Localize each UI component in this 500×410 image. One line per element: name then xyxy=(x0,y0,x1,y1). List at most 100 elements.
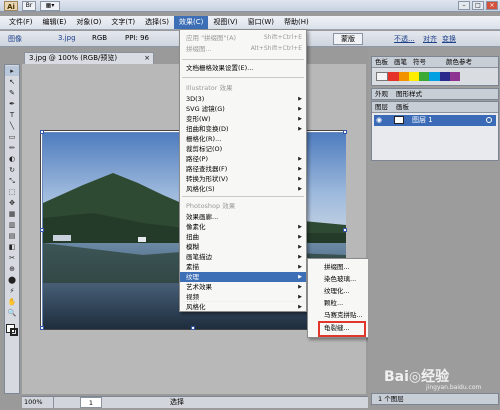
arrange-documents-button[interactable]: ▦▾ xyxy=(40,1,60,11)
swatch-white[interactable] xyxy=(376,72,389,81)
graph-tool-icon[interactable]: ▤ xyxy=(5,231,19,241)
pencil-tool-icon[interactable]: ✏ xyxy=(5,143,19,153)
swatch-purple[interactable] xyxy=(449,72,460,81)
swatch-yellow[interactable] xyxy=(408,72,419,81)
swatch-cyan[interactable] xyxy=(429,72,440,81)
menu-distort[interactable]: 扭曲 ▶ xyxy=(180,232,306,242)
menu-type[interactable]: 文字(T) xyxy=(106,16,140,29)
menu-sketch[interactable]: 素描 ▶ xyxy=(180,262,306,272)
free-transform-tool-icon[interactable]: ⬚ xyxy=(5,187,19,197)
artboard-tool-icon[interactable]: ◧ xyxy=(5,242,19,252)
menu-stylize-photoshop[interactable]: 风格化 ▶ xyxy=(179,302,307,312)
menu-artistic[interactable]: 艺术效果 ▶ xyxy=(180,282,306,292)
zoom-tool-icon[interactable]: 🔍 xyxy=(5,308,19,318)
menu-texture[interactable]: 纹理 ▶ xyxy=(180,272,306,282)
resize-handle[interactable] xyxy=(343,130,347,134)
swatches-panel: 色板 画笔 符号 颜色参考 xyxy=(371,56,499,86)
menu-object[interactable]: 对象(O) xyxy=(71,16,106,29)
menu-distort-transform[interactable]: 扭曲和变换(D) ▶ xyxy=(180,124,306,134)
menu-stylize-illustrator[interactable]: 风格化(S) ▶ xyxy=(180,184,306,194)
type-tool-icon[interactable]: T xyxy=(5,110,19,120)
menu-view[interactable]: 视图(V) xyxy=(208,16,242,29)
hand-tool-icon[interactable]: ✋ xyxy=(5,297,19,307)
menu-effect-gallery[interactable]: 效果画廊... xyxy=(180,212,306,222)
menu-blur[interactable]: 模糊 ▶ xyxy=(180,242,306,252)
menu-effect[interactable]: 效果(C) xyxy=(174,16,209,29)
tab-swatches[interactable]: 色板 xyxy=(375,58,388,67)
resize-handle[interactable] xyxy=(191,326,195,330)
linked-file-link[interactable]: 3.jpg xyxy=(58,34,76,42)
swatch-blue[interactable] xyxy=(439,72,450,81)
menu-edit[interactable]: 编辑(E) xyxy=(38,16,72,29)
line-tool-icon[interactable]: ╲ xyxy=(5,121,19,131)
swatch-red[interactable] xyxy=(388,72,399,81)
magic-wand-tool-icon[interactable]: ✎ xyxy=(5,88,19,98)
layer-name[interactable]: 图层 1 xyxy=(412,115,433,126)
swatch-green[interactable] xyxy=(419,72,430,81)
stroke-swatch[interactable] xyxy=(10,328,18,336)
tab-color-guide[interactable]: 颜色参考 xyxy=(446,58,472,67)
mesh-tool-icon[interactable]: ▦ xyxy=(5,209,19,219)
menu-convert-to-shape[interactable]: 转换为形状(V) ▶ xyxy=(180,174,306,184)
layers-panel: 图层 画板 ◉ 图层 1 xyxy=(371,101,499,161)
tab-brushes[interactable]: 画笔 xyxy=(394,58,407,67)
fill-stroke-swatches[interactable] xyxy=(6,324,18,336)
menu-pixelate[interactable]: 像素化 ▶ xyxy=(180,222,306,232)
close-icon[interactable]: × xyxy=(486,1,498,10)
artboard-number-field[interactable]: 1 xyxy=(80,397,102,408)
opacity-link[interactable]: 不透... xyxy=(394,34,415,44)
close-tab-icon[interactable]: × xyxy=(144,53,150,64)
menu-apply-last-effect[interactable]: 应用 "拼缀图"(A) Shift+Ctrl+E xyxy=(180,33,306,43)
menu-brush-strokes[interactable]: 画笔描边 ▶ xyxy=(180,252,306,262)
swatch-orange[interactable] xyxy=(398,72,409,81)
layer-row[interactable]: ◉ 图层 1 xyxy=(374,115,496,126)
maximize-icon[interactable]: □ xyxy=(472,1,484,10)
gradient-tool-icon[interactable]: ▥ xyxy=(5,220,19,230)
menu-last-effect[interactable]: 拼缀图... Alt+Shift+Ctrl+E xyxy=(180,44,306,54)
rotate-tool-icon[interactable]: ↻ xyxy=(5,165,19,175)
minimize-icon[interactable]: – xyxy=(458,1,470,10)
menu-window[interactable]: 窗口(W) xyxy=(243,16,279,29)
transform-link[interactable]: 变换 xyxy=(442,34,456,44)
color-guide-strip[interactable] xyxy=(376,72,460,81)
menu-help[interactable]: 帮助(H) xyxy=(279,16,314,29)
symbol-sprayer-tool-icon[interactable]: ⊕ xyxy=(5,264,19,274)
menu-svg-filters[interactable]: SVG 滤镜(G) ▶ xyxy=(180,104,306,114)
pen-tool-icon[interactable]: ✒ xyxy=(5,99,19,109)
mask-button[interactable]: 蒙版 xyxy=(333,33,363,45)
layer-target-icon[interactable] xyxy=(486,117,492,123)
scissors-tool-icon[interactable]: ✂ xyxy=(5,253,19,263)
tab-artboards[interactable]: 画板 xyxy=(396,103,409,112)
slice-tool-icon[interactable]: ⚡ xyxy=(5,286,19,296)
resize-handle[interactable] xyxy=(40,130,44,134)
align-link[interactable]: 对齐 xyxy=(423,34,437,44)
direct-selection-tool-icon[interactable]: ↖ xyxy=(5,77,19,87)
resize-handle[interactable] xyxy=(40,228,44,232)
shape-builder-tool-icon[interactable]: ✥ xyxy=(5,198,19,208)
menu-warp[interactable]: 变形(W) ▶ xyxy=(180,114,306,124)
bridge-button[interactable]: Br xyxy=(22,1,36,11)
menu-select[interactable]: 选择(S) xyxy=(140,16,174,29)
visibility-eye-icon[interactable]: ◉ xyxy=(376,115,382,126)
tab-symbols[interactable]: 符号 xyxy=(413,58,426,67)
zoom-level-field[interactable]: 100% xyxy=(24,397,54,408)
submenu-arrow-icon: ▶ xyxy=(298,304,302,310)
menu-path[interactable]: 路径(P) ▶ xyxy=(180,154,306,164)
tab-appearance[interactable]: 外观 xyxy=(375,90,388,99)
blob-brush-tool-icon[interactable]: ◐ xyxy=(5,154,19,164)
menu-document-raster-settings[interactable]: 文档栅格效果设置(E)... xyxy=(180,63,306,73)
eyedropper-tool-icon[interactable]: ⬤ xyxy=(5,275,19,285)
tab-graphic-styles[interactable]: 图形样式 xyxy=(396,90,422,99)
document-tab[interactable]: 3.jpg @ 100% (RGB/预览) × xyxy=(24,52,154,64)
menu-file[interactable]: 文件(F) xyxy=(4,16,38,29)
menu-rasterize[interactable]: 栅格化(R)... xyxy=(180,134,306,144)
scale-tool-icon[interactable]: ⤡ xyxy=(5,176,19,186)
menu-3d[interactable]: 3D(3) ▶ xyxy=(180,94,306,104)
rectangle-tool-icon[interactable]: ▭ xyxy=(5,132,19,142)
menu-crop-marks[interactable]: 裁剪标记(O) xyxy=(180,144,306,154)
resize-handle[interactable] xyxy=(343,228,347,232)
menu-pathfinder[interactable]: 路径查找器(F) ▶ xyxy=(180,164,306,174)
selection-tool-icon[interactable]: ▸ xyxy=(5,66,19,76)
resize-handle[interactable] xyxy=(40,326,44,330)
tab-layers[interactable]: 图层 xyxy=(375,103,388,112)
